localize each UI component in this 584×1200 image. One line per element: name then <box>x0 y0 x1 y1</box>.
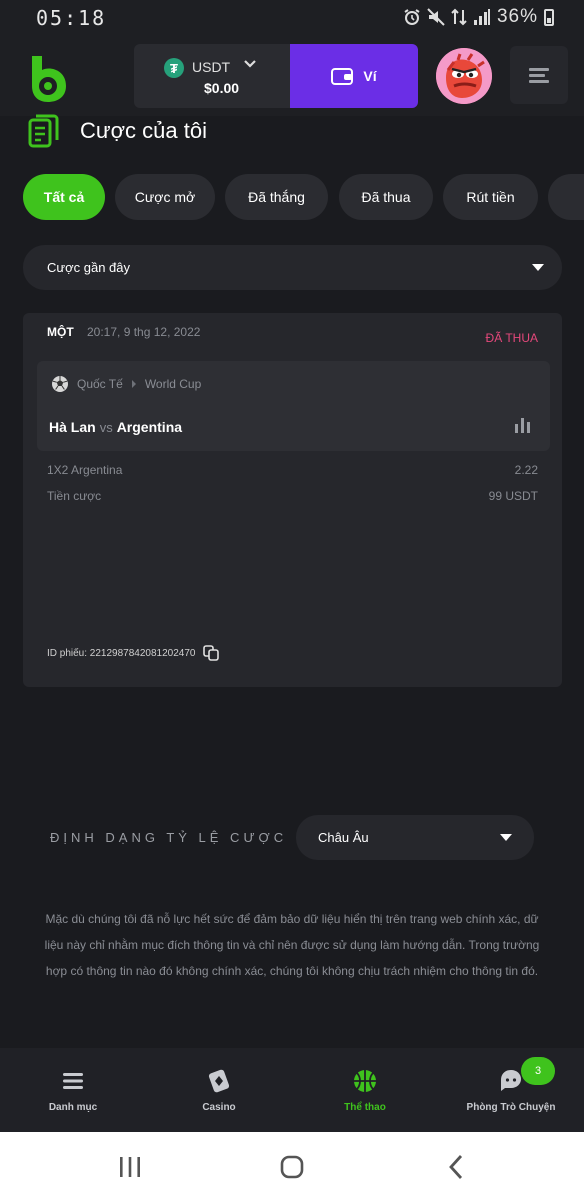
bets-document-icon <box>28 114 59 148</box>
tab-more[interactable] <box>548 174 584 220</box>
android-nav-bar <box>0 1132 584 1200</box>
league-row: Quốc Tế World Cup <box>51 375 201 393</box>
teams: Hà Lan vs Argentina <box>49 419 182 435</box>
recent-bets-select[interactable]: Cược gần đây <box>23 245 562 290</box>
wallet-icon <box>331 68 354 85</box>
bet-status: ĐÃ THUA <box>485 331 538 345</box>
market-label: 1X2 Argentina <box>47 463 123 477</box>
caret-down-icon <box>532 264 544 271</box>
page-title: Cược của tôi <box>80 118 207 143</box>
bet-time: 20:17, 9 thg 12, 2022 <box>87 325 201 339</box>
data-transfer-icon <box>451 8 467 26</box>
page-title-row: Cược của tôi <box>28 114 207 148</box>
stake-label: Tiền cược <box>47 489 102 503</box>
recent-apps-icon[interactable] <box>118 1156 142 1178</box>
hamburger-icon <box>529 68 549 83</box>
ticket-id-row: ID phiếu: 2212987842081202470 <box>47 645 220 661</box>
nav-item-chat[interactable]: Phòng Trò Chuyện <box>438 1048 584 1132</box>
match-box[interactable]: Quốc Tế World Cup Hà Lan vs Argentina <box>37 361 550 451</box>
recent-bets-label: Cược gần đây <box>47 260 130 275</box>
nav-label-chat: Phòng Trò Chuyện <box>466 1102 556 1113</box>
nav-item-sports[interactable]: Thể thao <box>292 1048 438 1132</box>
balance: $0.00 <box>204 80 240 96</box>
vs-label: vs <box>99 420 113 435</box>
home-team: Hà Lan <box>49 419 96 435</box>
nav-label-sports: Thể thao <box>344 1102 386 1113</box>
bottom-nav: Danh mục Casino Thể thao Phòng Trò Chuyệ… <box>0 1048 584 1132</box>
alarm-icon <box>404 9 420 25</box>
nav-label-casino: Casino <box>202 1102 236 1113</box>
tether-icon: ₮ <box>164 58 184 78</box>
odds-format-select[interactable]: Châu Âu <box>296 815 534 860</box>
tab-all[interactable]: Tất cả <box>23 174 105 220</box>
battery-icon <box>544 8 554 26</box>
bet-type: MỘT <box>47 325 74 339</box>
currency-label: USDT <box>192 59 231 75</box>
page: 05:18 36% ₮ USDT $0.00 Ví Cược của tôi T… <box>0 0 584 1200</box>
currency-selector[interactable]: ₮ USDT $0.00 <box>134 44 290 108</box>
disclaimer: Mặc dù chúng tôi đã nỗ lực hết sức để đả… <box>44 912 540 978</box>
bet-filter-tabs: Tất cả Cược mở Đã thắng Đã thua Rút tiền <box>23 174 584 220</box>
mute-icon <box>427 8 445 26</box>
chevron-down-icon <box>244 60 256 68</box>
away-team: Argentina <box>116 419 183 435</box>
avatar[interactable] <box>436 48 492 104</box>
battery-percentage: 36% <box>496 6 538 27</box>
status-bar: 05:18 36% <box>0 0 584 36</box>
caret-down-icon <box>500 834 512 841</box>
nav-label-menu: Danh mục <box>48 1102 98 1113</box>
wallet-label: Ví <box>363 68 377 84</box>
stake-value: 99 USDT <box>488 489 538 503</box>
status-time: 05:18 <box>36 6 107 30</box>
menu-icon <box>63 1073 83 1089</box>
chat-badge: 3 <box>521 1057 555 1085</box>
signal-icon <box>473 9 490 25</box>
odds-format-label: ĐỊNH DẠNG TỶ LỆ CƯỢC <box>50 830 288 845</box>
avatar-image <box>436 48 492 104</box>
ticket-id: ID phiếu: 2212987842081202470 <box>47 647 196 659</box>
bet-card: MỘT 20:17, 9 thg 12, 2022 ĐÃ THUA Quốc T… <box>23 313 562 687</box>
category-label: Quốc Tế <box>77 377 123 391</box>
header: ₮ USDT $0.00 Ví <box>0 36 584 116</box>
home-icon[interactable] <box>280 1155 304 1179</box>
tab-won[interactable]: Đã thắng <box>225 174 328 220</box>
stake-row: Tiền cược 99 USDT <box>47 489 538 503</box>
menu-button[interactable] <box>510 46 568 104</box>
tab-withdraw[interactable]: Rút tiền <box>443 174 538 220</box>
tab-open[interactable]: Cược mở <box>115 174 215 220</box>
nav-item-casino[interactable]: Casino <box>146 1048 292 1132</box>
wallet-button[interactable]: Ví <box>290 44 418 108</box>
bc-game-logo[interactable] <box>28 54 70 104</box>
soccer-ball-icon <box>52 376 68 392</box>
copy-icon[interactable] <box>203 645 220 661</box>
odds-value: 2.22 <box>514 463 538 477</box>
nav-item-menu[interactable]: Danh mục <box>0 1048 146 1132</box>
odds-format-value: Châu Âu <box>318 830 369 845</box>
basketball-icon <box>354 1070 376 1092</box>
casino-icon <box>208 1069 230 1093</box>
stats-icon[interactable] <box>514 417 532 433</box>
back-icon[interactable] <box>448 1154 464 1180</box>
chevron-right-icon <box>131 380 136 388</box>
status-icons: 36% <box>403 6 554 28</box>
tab-lost[interactable]: Đã thua <box>339 174 433 220</box>
market-row: 1X2 Argentina 2.22 <box>47 463 538 477</box>
league-label: World Cup <box>144 377 202 391</box>
